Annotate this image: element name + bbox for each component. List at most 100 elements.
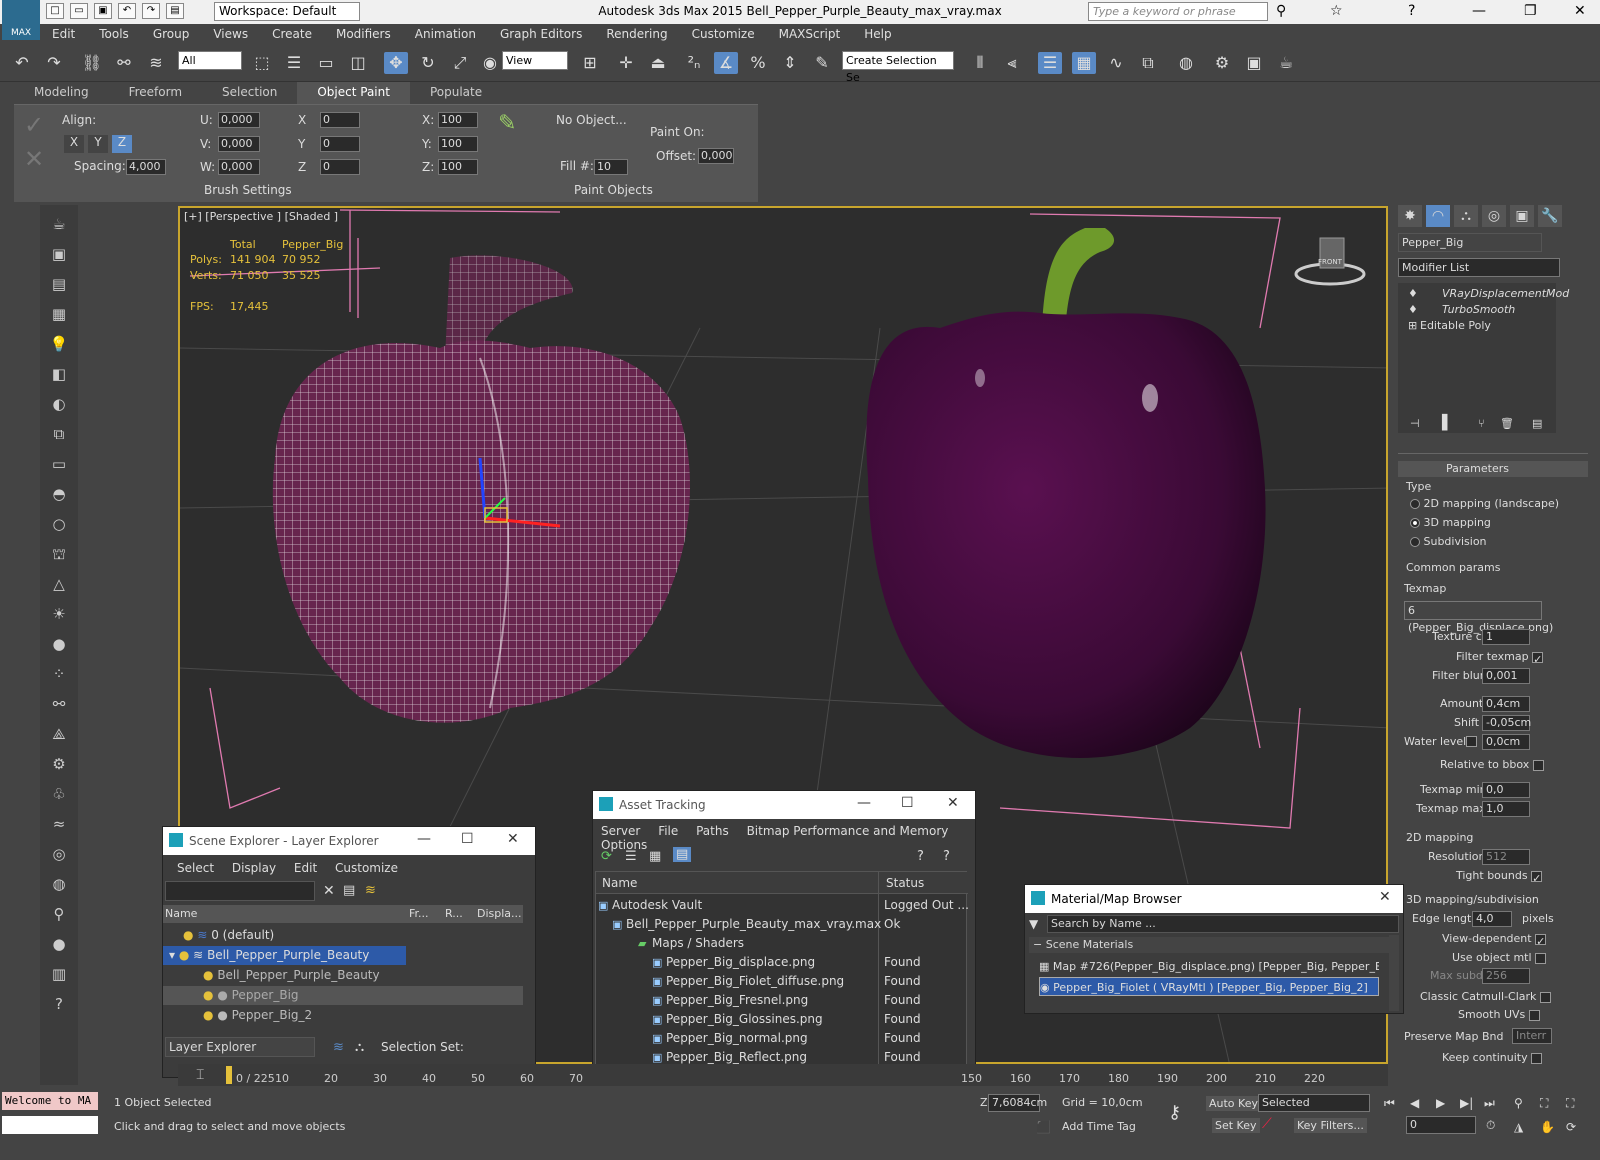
- table-row[interactable]: ▣ Pepper_Big_displace.png Found: [596, 953, 966, 972]
- bulb-icon[interactable]: ♦: [1408, 303, 1418, 316]
- water-level-spinner[interactable]: 0,0cm: [1482, 734, 1530, 750]
- modifier-stack-item-editable-poly[interactable]: Editable Poly: [1420, 319, 1491, 332]
- type-3d-radio[interactable]: 3D mapping: [1410, 516, 1491, 529]
- align-icon[interactable]: ⫷: [1000, 52, 1024, 74]
- binoculars-icon[interactable]: ⚲: [1276, 3, 1286, 19]
- align-y-button[interactable]: Y: [88, 135, 108, 153]
- close-icon[interactable]: ✕: [1574, 3, 1586, 19]
- list-item[interactable]: ▦ Map #726(Pepper_Big_displace.png) [Pep…: [1039, 957, 1379, 976]
- texmap-button[interactable]: 6 (Pepper_Big_displace.png): [1404, 601, 1553, 634]
- show-end-result-icon[interactable]: ▌: [1442, 415, 1453, 431]
- z-offset-spinner[interactable]: 0: [320, 159, 360, 175]
- table-row[interactable]: ▰ Maps / Shaders: [596, 934, 966, 953]
- minimize-icon[interactable]: —: [1472, 3, 1486, 19]
- maxscript-input[interactable]: [2, 1116, 98, 1134]
- scene-search-input[interactable]: [165, 881, 315, 901]
- set-key-button[interactable]: Set Key: [1212, 1118, 1260, 1133]
- layers-mode-icon[interactable]: ≋: [333, 1040, 344, 1055]
- asset-tracking-titlebar[interactable]: Asset Tracking — ☐ ✕: [593, 791, 975, 819]
- preserve-map-dropdown[interactable]: Interr: [1512, 1028, 1552, 1044]
- expand-icon[interactable]: ⊞: [1408, 319, 1417, 332]
- align-z-button[interactable]: Z: [112, 135, 132, 153]
- type-subdivision-radio[interactable]: Subdivision: [1410, 535, 1487, 548]
- table-row[interactable]: ▣ Pepper_Big_Fiolet_diffuse.png Found: [596, 972, 966, 991]
- list-view-icon[interactable]: ☰: [625, 849, 637, 864]
- smooth-uvs-checkbox[interactable]: Smooth UVs: [1458, 1008, 1540, 1021]
- texmap-min-spinner[interactable]: 0,0: [1482, 782, 1530, 798]
- table-view-icon[interactable]: ▤: [673, 847, 692, 862]
- add-time-tag[interactable]: Add Time Tag: [1062, 1120, 1136, 1133]
- table-row[interactable]: ▣ Bell_Pepper_Purple_Beauty_max_vray.max O…: [596, 915, 966, 934]
- create-tab-icon[interactable]: ✸: [1398, 205, 1422, 227]
- col-display[interactable]: Displa...: [477, 907, 522, 920]
- menu-edit[interactable]: Edit: [40, 27, 87, 41]
- render-setup-icon[interactable]: ⚙: [1210, 52, 1234, 74]
- list-item[interactable]: ● ● Pepper_Big_2: [203, 1006, 403, 1025]
- type-2d-radio[interactable]: 2D mapping (landscape): [1410, 497, 1559, 510]
- table-row[interactable]: ▣ Pepper_Big_Glossines.png Found: [596, 1010, 966, 1029]
- x-icon[interactable]: ✕: [24, 145, 44, 173]
- paint-objects-label[interactable]: Paint Objects: [574, 183, 653, 197]
- edit-named-sel-icon[interactable]: ✎: [810, 52, 834, 74]
- paint-brush-icon[interactable]: ✎: [498, 111, 516, 136]
- classic-catmull-checkbox[interactable]: Classic Catmull-Clark: [1420, 990, 1551, 1003]
- y-offset-spinner[interactable]: 0: [320, 136, 360, 152]
- named-selection-dropdown[interactable]: Create Selection Se: [842, 51, 954, 84]
- viewcube-label[interactable]: FRONT: [1318, 258, 1342, 266]
- tab-selection[interactable]: Selection: [202, 82, 297, 104]
- options-dropdown-icon[interactable]: ▼: [1029, 917, 1038, 931]
- bone-icon[interactable]: ⚯: [47, 693, 71, 715]
- scale-y-spinner[interactable]: 100: [438, 136, 478, 152]
- teapot-icon[interactable]: ☕: [47, 213, 71, 235]
- selection-filter-dropdown[interactable]: All: [178, 51, 242, 70]
- menu-file[interactable]: File: [658, 824, 678, 838]
- maximize-icon[interactable]: ☐: [461, 831, 474, 847]
- col-name[interactable]: Name: [602, 876, 637, 890]
- menu-server[interactable]: Server: [601, 824, 640, 838]
- water-level-checkbox[interactable]: [1466, 736, 1477, 747]
- play-icon[interactable]: ▶: [1436, 1096, 1445, 1110]
- close-icon[interactable]: ✕: [507, 831, 519, 847]
- remove-modifier-icon[interactable]: 🗑: [1500, 417, 1514, 430]
- link-icon[interactable]: ⛓: [80, 52, 104, 74]
- max-subdivs-spinner[interactable]: 256: [1482, 968, 1530, 984]
- hierarchy-tab-icon[interactable]: ⛬: [1454, 205, 1478, 227]
- menu-select[interactable]: Select: [177, 861, 214, 875]
- pan-icon[interactable]: ✋: [1540, 1120, 1555, 1134]
- menu-modifiers[interactable]: Modifiers: [324, 27, 403, 41]
- curve-editor-icon[interactable]: ∿: [1104, 52, 1128, 74]
- star-icon[interactable]: ☆: [1330, 3, 1343, 19]
- menu-animation[interactable]: Animation: [403, 27, 488, 41]
- frame-counter[interactable]: 0 / 225: [236, 1072, 275, 1085]
- col-name[interactable]: Name: [165, 907, 197, 920]
- hair-icon[interactable]: ≈: [47, 813, 71, 835]
- key-icon[interactable]: ⚷: [1168, 1102, 1181, 1123]
- x-offset-spinner[interactable]: 0: [320, 112, 360, 128]
- basket-icon[interactable]: ⛫: [47, 543, 71, 565]
- modify-tab-icon[interactable]: ◠: [1426, 205, 1450, 227]
- box-icon[interactable]: ▭: [47, 453, 71, 475]
- schematic-view-icon[interactable]: ⧉: [1136, 52, 1160, 74]
- z-coordinate-field[interactable]: 7,6084cm: [988, 1094, 1047, 1112]
- menu-create[interactable]: Create: [260, 27, 324, 41]
- viewport-label[interactable]: [+] [Perspective ] [Shaded ]: [184, 210, 338, 223]
- list-item[interactable]: ● ≋ 0 (default): [183, 926, 523, 945]
- sun-icon[interactable]: ☀: [47, 603, 71, 625]
- search-icon[interactable]: ⚲: [47, 903, 71, 925]
- menu-edit[interactable]: Edit: [294, 861, 317, 875]
- menu-customize[interactable]: Customize: [335, 861, 398, 875]
- menu-customize[interactable]: Customize: [680, 27, 767, 41]
- scene-explorer-icon[interactable]: ▦: [1072, 52, 1096, 74]
- pivot-center-icon[interactable]: ⊞: [578, 52, 602, 74]
- menu-group[interactable]: Group: [141, 27, 202, 41]
- texmap-max-spinner[interactable]: 1,0: [1482, 801, 1530, 817]
- prev-frame-icon[interactable]: ◀: [1410, 1096, 1419, 1110]
- list-item[interactable]: ● ● Pepper_Big: [163, 986, 523, 1005]
- time-slider-icon[interactable]: [226, 1066, 232, 1084]
- filter-texmap-checkbox[interactable]: Filter texmap ✓: [1456, 650, 1544, 666]
- menu-paths[interactable]: Paths: [696, 824, 729, 838]
- help-icon[interactable]: ?: [1408, 3, 1415, 19]
- app-logo[interactable]: MAX: [2, 0, 40, 40]
- window-crossing-icon[interactable]: ◫: [346, 52, 370, 74]
- shift-spinner[interactable]: -0,05cm: [1482, 715, 1531, 731]
